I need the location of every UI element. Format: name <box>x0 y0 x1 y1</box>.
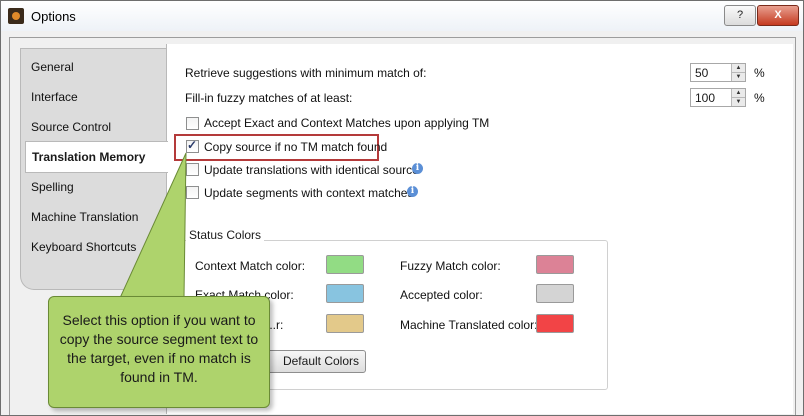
fuzzy-match-color-swatch[interactable] <box>536 255 574 274</box>
sidebar-item-translation-memory[interactable]: Translation Memory <box>25 141 168 173</box>
sidebar-item-keyboard-shortcuts[interactable]: Keyboard Shortcuts <box>31 240 136 254</box>
spin-up-icon[interactable]: ▲ <box>731 64 745 72</box>
window-title: Options <box>31 9 76 24</box>
machine-translated-color-label: Machine Translated color: <box>400 318 538 332</box>
accepted-color-label: Accepted color: <box>400 288 483 302</box>
help-button[interactable]: ? <box>724 5 756 26</box>
spin-down-icon[interactable]: ▼ <box>731 72 745 81</box>
fuzzy-match-spinbox[interactable]: 100 ▲ ▼ <box>690 88 746 107</box>
machine-translated-color-swatch[interactable] <box>536 314 574 333</box>
close-button[interactable]: X <box>757 5 799 26</box>
title-bar: Options ? X <box>1 1 803 31</box>
info-icon[interactable]: i <box>407 186 418 197</box>
third-color-swatch[interactable] <box>326 314 364 333</box>
exact-match-color-swatch[interactable] <box>326 284 364 303</box>
copy-source-checkbox[interactable] <box>186 138 199 153</box>
min-match-spinbox[interactable]: 50 ▲ ▼ <box>690 63 746 82</box>
default-colors-button[interactable]: Default Colors <box>256 350 366 373</box>
sidebar-item-general[interactable]: General <box>31 60 74 74</box>
fuzzy-match-percent: % <box>754 91 765 105</box>
update-identical-label: Update translations with identical sourc… <box>204 163 419 177</box>
accepted-color-swatch[interactable] <box>536 284 574 303</box>
min-match-percent: % <box>754 66 765 80</box>
fuzzy-match-label: Fill-in fuzzy matches of at least: <box>185 91 353 105</box>
copy-source-label: Copy source if no TM match found <box>204 140 388 154</box>
info-icon[interactable]: i <box>412 163 423 174</box>
min-match-value: 50 <box>695 66 709 80</box>
accept-exact-checkbox[interactable] <box>186 117 199 130</box>
spin-down-icon[interactable]: ▼ <box>731 97 745 106</box>
accept-exact-label: Accept Exact and Context Matches upon ap… <box>204 116 490 130</box>
context-match-color-label: Context Match color: <box>195 259 306 273</box>
callout-text: Select this option if you want to copy t… <box>59 312 259 385</box>
status-colors-title: Status Colors <box>186 228 265 242</box>
min-match-label: Retrieve suggestions with minimum match … <box>185 66 427 80</box>
app-icon <box>8 8 24 24</box>
fuzzy-match-color-label: Fuzzy Match color: <box>400 259 501 273</box>
update-identical-checkbox[interactable] <box>186 163 199 176</box>
update-context-checkbox[interactable] <box>186 186 199 199</box>
context-match-color-swatch[interactable] <box>326 255 364 274</box>
sidebar-item-machine-translation[interactable]: Machine Translation <box>31 210 138 224</box>
update-context-label: Update segments with context matches <box>204 186 414 200</box>
sidebar-item-source-control[interactable]: Source Control <box>31 120 111 134</box>
spin-up-icon[interactable]: ▲ <box>731 89 745 97</box>
default-colors-label: Default Colors <box>282 354 359 368</box>
sidebar-item-interface[interactable]: Interface <box>31 90 78 104</box>
sidebar-item-spelling[interactable]: Spelling <box>31 180 74 194</box>
fuzzy-match-value: 100 <box>695 91 716 105</box>
sidebar-item-label: Translation Memory <box>32 150 146 164</box>
callout-tooltip: Select this option if you want to copy t… <box>48 296 270 408</box>
